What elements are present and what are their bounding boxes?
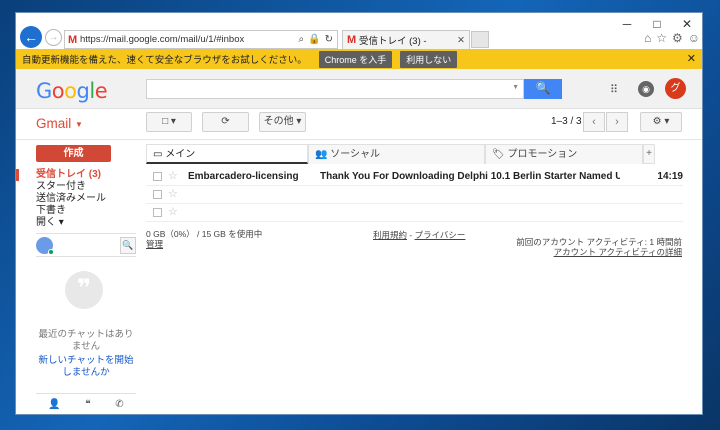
email-list: ☆ Embarcadero-licensing Thank You For Do… — [146, 168, 683, 222]
storage-usage: 0 GB（0%） / 15 GB を使用中 管理 — [146, 229, 262, 249]
people-icon: 👥 — [315, 149, 328, 160]
chat-footer: 👤 ❝ ✆ — [36, 393, 136, 414]
decline-button[interactable]: 利用しない — [400, 50, 458, 68]
gmail-header: Google ▼ 🔍 ⠿ ◉ グ — [16, 69, 702, 109]
favorites-star-icon[interactable]: ☆ — [656, 31, 667, 45]
terms-link[interactable]: 利用規約 — [373, 230, 407, 240]
account-activity: 前回のアカウント アクティビティ: 1 時間前 アカウント アクティビティの詳細 — [496, 237, 682, 257]
email-subject: Thank You For Downloading Delphi 10.1 Be… — [320, 171, 620, 182]
search-button[interactable]: 🔍 — [524, 79, 562, 99]
privacy-link[interactable]: プライバシー — [415, 230, 466, 240]
back-arrow-icon[interactable]: ← — [20, 26, 42, 48]
phone-icon[interactable]: ✆ — [115, 399, 123, 410]
settings-button[interactable]: ⚙ ▾ — [640, 112, 682, 132]
tab-close-icon[interactable]: ✕ — [457, 35, 469, 46]
search-input[interactable]: ▼ — [146, 79, 524, 99]
row-checkbox[interactable] — [153, 190, 162, 199]
sidebar-item-drafts[interactable]: 下書き — [36, 205, 106, 217]
refresh-button[interactable]: ⟳ — [202, 112, 249, 132]
home-icon[interactable]: ⌂ — [644, 31, 651, 45]
activity-details-link[interactable]: アカウント アクティビティの詳細 — [496, 247, 682, 257]
category-tabs: ▭ メイン 👥 ソーシャル 🏷 プロモーション — [146, 144, 643, 164]
link-separator: - — [407, 230, 415, 240]
storage-text: 0 GB（0%） / 15 GB を使用中 — [146, 229, 263, 239]
search-icon[interactable]: 🔍 — [120, 237, 136, 254]
browser-chrome: ─ □ ✕ ← → M https://mail.google.com/mail… — [16, 13, 702, 49]
star-icon[interactable]: ☆ — [168, 169, 178, 182]
star-icon[interactable]: ☆ — [168, 187, 178, 200]
email-row[interactable]: ☆ — [146, 186, 683, 204]
browser-tools: ⌂ ☆ ⚙ ☺ — [644, 31, 700, 45]
next-page-button[interactable]: › — [606, 112, 628, 132]
tab-promotions[interactable]: 🏷 プロモーション — [485, 144, 643, 164]
add-tab-button[interactable]: + — [643, 144, 655, 164]
row-checkbox[interactable] — [153, 208, 162, 217]
gmail-favicon-icon: M — [347, 34, 357, 46]
pager-count: 1–3 / 3 — [551, 116, 582, 127]
avatar[interactable]: グ — [665, 78, 686, 99]
chevron-down-icon[interactable]: ▼ — [512, 84, 519, 91]
notifications-icon[interactable]: ◉ — [638, 81, 654, 97]
hangouts-icon[interactable]: ❝ — [85, 399, 90, 410]
close-notification-icon[interactable]: ✕ — [687, 52, 696, 65]
address-bar[interactable]: M https://mail.google.com/mail/u/1/#inbo… — [64, 30, 338, 49]
email-row[interactable]: ☆ Embarcadero-licensing Thank You For Do… — [146, 168, 683, 186]
activity-text: 前回のアカウント アクティビティ: 1 時間前 — [516, 237, 682, 247]
compose-button[interactable]: 作成 — [36, 145, 111, 162]
notification-message: 自動更新機能を備えた、速くて安全なブラウザをお試しください。 — [22, 55, 307, 66]
email-time: 14:19 — [657, 171, 683, 182]
tab-primary[interactable]: ▭ メイン — [146, 144, 308, 164]
star-icon[interactable]: ☆ — [168, 205, 178, 218]
search-icon[interactable]: ⌕ — [299, 34, 305, 45]
online-status-icon — [48, 249, 54, 255]
sidebar-item-sent[interactable]: 送信済みメール — [36, 193, 106, 205]
start-chat-link[interactable]: 新しいチャットを開始しませんか — [34, 355, 138, 379]
gear-icon[interactable]: ⚙ — [672, 31, 683, 45]
browser-window: ─ □ ✕ ← → M https://mail.google.com/mail… — [15, 12, 703, 415]
no-chats-text: 最近のチャットはありません — [38, 329, 134, 352]
smiley-icon[interactable]: ☺ — [688, 31, 700, 45]
gmail-menu-label[interactable]: Gmail ▼ — [36, 116, 83, 131]
email-row[interactable]: ☆ — [146, 204, 683, 222]
google-logo[interactable]: Google — [36, 79, 108, 103]
prev-page-button[interactable]: ‹ — [583, 112, 605, 132]
refresh-icon[interactable]: ↻ — [325, 34, 333, 45]
inbox-icon: ▭ — [153, 149, 163, 160]
tab-title: 受信トレイ (3) - — [359, 36, 427, 47]
address-url[interactable]: https://mail.google.com/mail/u/1/#inbox — [80, 34, 299, 45]
terms-links: 利用規約 - プライバシー — [373, 229, 465, 241]
sidebar-item-inbox[interactable]: 受信トレイ (3) — [36, 169, 106, 181]
notification-bar: 自動更新機能を備えた、速くて安全なブラウザをお試しください。 Chrome を入… — [16, 49, 702, 69]
row-checkbox[interactable] — [153, 172, 162, 181]
chat-header: 🔍 — [36, 233, 136, 257]
get-chrome-button[interactable]: Chrome を入手 — [318, 50, 393, 68]
manage-link[interactable]: 管理 — [146, 239, 262, 249]
sidebar-nav: 受信トレイ (3) スター付き 送信済みメール 下書き 開く ▾ — [16, 169, 106, 229]
email-sender: Embarcadero-licensing — [188, 171, 299, 182]
divider — [16, 139, 702, 140]
chevron-down-icon: ▼ — [75, 119, 83, 129]
new-tab-button[interactable] — [471, 31, 489, 48]
lock-icon[interactable]: 🔒 — [308, 34, 320, 45]
sidebar-item-starred[interactable]: スター付き — [36, 181, 106, 193]
more-button[interactable]: その他 ▾ — [259, 112, 306, 132]
forward-arrow-icon[interactable]: → — [45, 29, 62, 46]
minimize-button[interactable]: ─ — [612, 15, 642, 33]
active-indicator — [16, 169, 19, 181]
chat-bubble-icon: ❞ — [65, 271, 103, 309]
tag-icon: 🏷 — [492, 149, 505, 160]
tab-social[interactable]: 👥 ソーシャル — [308, 144, 485, 164]
gmail-favicon-icon: M — [68, 33, 78, 46]
sidebar-item-more[interactable]: 開く ▾ — [36, 217, 106, 229]
browser-tab[interactable]: M 受信トレイ (3) - ✕ — [342, 30, 470, 49]
apps-grid-icon[interactable]: ⠿ — [610, 83, 618, 96]
select-checkbox-button[interactable]: □ ▾ — [146, 112, 192, 132]
person-icon[interactable]: 👤 — [48, 399, 60, 410]
